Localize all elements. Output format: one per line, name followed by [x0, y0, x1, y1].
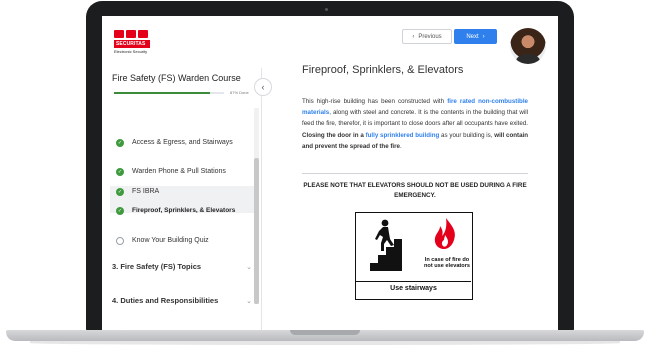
chevron-down-icon: ⌄	[246, 263, 252, 271]
sign-footer-text: Use stairways	[390, 285, 437, 292]
para-text: as your building is,	[439, 131, 495, 139]
laptop-mockup: SECURITAS Electronic Security ‹ Previous…	[0, 0, 650, 349]
chevron-left-icon: ‹	[412, 33, 415, 40]
elevator-sign-image: In case of fire do not use elevators Use…	[355, 212, 473, 300]
lesson-item[interactable]: ✓ Warden Phone & Pull Stations	[116, 167, 248, 177]
check-icon: ✓	[116, 206, 124, 215]
avatar[interactable]	[510, 28, 546, 64]
sidebar-scrollbar-thumb[interactable]	[254, 158, 259, 304]
lesson-item[interactable]: ✓ FS IBRA	[116, 187, 248, 197]
app-screen: SECURITAS Electronic Security ‹ Previous…	[102, 16, 558, 330]
brand-name: SECURITAS	[114, 40, 150, 48]
check-icon: ✓	[116, 167, 124, 176]
next-button[interactable]: Next ›	[454, 29, 497, 44]
lesson-label: Access & Egress, and Stairways	[132, 139, 233, 146]
lesson-paragraph: This high-rise building has been constru…	[302, 96, 528, 152]
lesson-label: Fireproof, Sprinklers, & Elevators	[132, 207, 236, 214]
lesson-title: Fireproof, Sprinklers, & Elevators	[302, 64, 464, 76]
section-duties-responsibilities[interactable]: 4. Duties and Responsibilities ⌄	[112, 296, 252, 305]
incomplete-circle-icon	[116, 236, 124, 245]
chevron-left-icon: ‹	[261, 82, 265, 92]
camera-icon	[325, 8, 328, 11]
sign-divider	[356, 281, 471, 282]
course-title: Fire Safety (FS) Warden Course	[112, 73, 241, 83]
para-text: , along with steel and concrete. It is t…	[302, 109, 528, 128]
lesson-label: Warden Phone & Pull Stations	[132, 168, 226, 175]
previous-button[interactable]: ‹ Previous	[402, 29, 452, 44]
course-progress-text: 87% Done	[230, 90, 249, 95]
brand-subtitle: Electronic Security	[114, 49, 148, 54]
course-progress-fill	[114, 92, 210, 94]
lesson-item[interactable]: ✓ Access & Egress, and Stairways	[116, 138, 248, 148]
section-label: 4. Duties and Responsibilities	[112, 296, 219, 305]
para-text: .	[400, 142, 402, 150]
sign-caption: In case of fire do not use elevators	[423, 257, 470, 270]
fully-sprinklered-link[interactable]: fully sprinklered building	[366, 132, 440, 139]
lesson-label: FS IBRA	[132, 188, 160, 195]
collapse-sidebar-button[interactable]: ‹	[254, 78, 272, 96]
stairs-person-icon	[370, 218, 455, 271]
lesson-item[interactable]: Know Your Building Quiz	[116, 236, 248, 246]
section-label: 3. Fire Safety (FS) Topics	[112, 262, 202, 271]
next-label: Next	[466, 33, 479, 40]
logo-mark-icon	[114, 30, 150, 38]
section-fire-safety-topics[interactable]: 3. Fire Safety (FS) Topics ⌄	[112, 262, 252, 271]
course-progress-bar	[114, 92, 224, 94]
lesson-label: Know Your Building Quiz	[132, 237, 209, 244]
content-divider	[302, 173, 528, 174]
check-icon: ✓	[116, 187, 124, 196]
chevron-right-icon: ›	[482, 33, 485, 40]
previous-label: Previous	[418, 33, 442, 40]
laptop-shadow	[30, 341, 620, 345]
para-bold-text: Closing the door in a	[302, 131, 366, 139]
para-text: This high-rise building has been constru…	[302, 98, 448, 105]
elevator-notice: PLEASE NOTE THAT ELEVATORS SHOULD NOT BE…	[303, 182, 527, 199]
flame-icon	[434, 218, 455, 249]
brand-logo: SECURITAS Electronic Security	[114, 30, 150, 54]
check-icon: ✓	[116, 138, 124, 147]
laptop-notch	[290, 330, 360, 335]
course-sidebar: Fire Safety (FS) Warden Course 87% Done …	[102, 68, 262, 330]
chevron-down-icon: ⌄	[246, 297, 252, 305]
lesson-item-active[interactable]: ✓ Fireproof, Sprinklers, & Elevators	[116, 206, 248, 215]
